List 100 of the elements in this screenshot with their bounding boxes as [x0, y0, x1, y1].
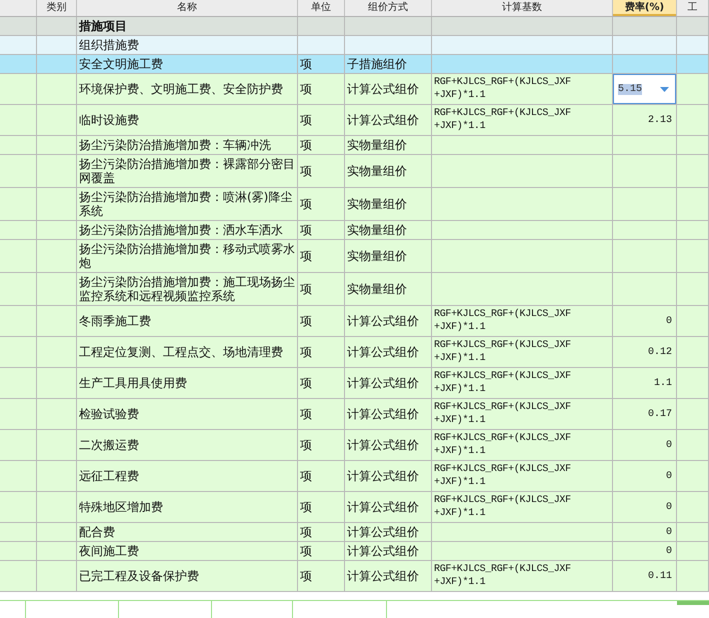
method-cell: 计算公式组价: [345, 399, 432, 429]
unit-cell: 项: [298, 105, 345, 135]
method-cell: 实物量组价: [345, 273, 432, 305]
column-header[interactable]: 类别: [37, 0, 77, 16]
name-cell: 扬尘污染防治措施增加费：车辆冲洗: [77, 136, 298, 154]
column-header[interactable]: 名称: [77, 0, 298, 16]
table-row[interactable]: 夜间施工费 项 计算公式组价 0: [0, 542, 709, 561]
rate-cell: 0: [613, 430, 677, 460]
unit-cell: 项: [298, 240, 345, 272]
table-row[interactable]: 工程定位复测、工程点交、场地清理费 项 计算公式组价 RGF+KJLCS_RGF+(KJLCS_JXF +JXF)*1.1 0.12: [0, 337, 709, 368]
unit-cell: 项: [298, 273, 345, 305]
table-row[interactable]: 扬尘污染防治措施增加费：车辆冲洗 项 实物量组价: [0, 136, 709, 155]
method-cell: 实物量组价: [345, 221, 432, 239]
name-cell: 安全文明施工费: [77, 55, 298, 73]
method-cell: 实物量组价: [345, 188, 432, 220]
unit-cell: 项: [298, 523, 345, 541]
table-row[interactable]: 已完工程及设备保护费 项 计算公式组价 RGF+KJLCS_RGF+(KJLCS_JXF +JXF)*1.1 0.11: [0, 561, 709, 592]
unit-cell: 项: [298, 74, 345, 104]
rate-dropdown[interactable]: 5.15: [613, 74, 676, 104]
table-row[interactable]: 特殊地区增加费 项 计算公式组价 RGF+KJLCS_RGF+(KJLCS_JXF +JXF)*1.1 0: [0, 492, 709, 523]
table-row[interactable]: 临时设施费 项 计算公式组价 RGF+KJLCS_RGF+(KJLCS_JXF +JXF)*1.1 2.13: [0, 105, 709, 136]
method-cell: 实物量组价: [345, 155, 432, 187]
name-cell: 临时设施费: [77, 105, 298, 135]
method-cell: 计算公式组价: [345, 105, 432, 135]
column-header[interactable]: 单位: [298, 0, 345, 16]
unit-cell: 项: [298, 155, 345, 187]
formula-cell: RGF+KJLCS_RGF+(KJLCS_JXF +JXF)*1.1: [432, 561, 613, 591]
formula-cell: RGF+KJLCS_RGF+(KJLCS_JXF +JXF)*1.1: [432, 492, 613, 522]
name-cell: 二次搬运费: [77, 430, 298, 460]
method-cell: 计算公式组价: [345, 74, 432, 104]
method-cell: 实物量组价: [345, 136, 432, 154]
name-cell: 扬尘污染防治措施增加费：洒水车洒水: [77, 221, 298, 239]
name-cell: 扬尘污染防治措施增加费：裸露部分密目网覆盖: [77, 155, 298, 187]
table-row[interactable]: 生产工具用具使用费 项 计算公式组价 RGF+KJLCS_RGF+(KJLCS_JXF +JXF)*1.1 1.1: [0, 368, 709, 399]
rate-cell: 0: [613, 542, 677, 560]
method-cell: 计算公式组价: [345, 430, 432, 460]
table-row[interactable]: 措施项目: [0, 17, 709, 36]
formula-cell: RGF+KJLCS_RGF+(KJLCS_JXF +JXF)*1.1: [432, 105, 613, 135]
formula-cell: RGF+KJLCS_RGF+(KJLCS_JXF +JXF)*1.1: [432, 337, 613, 367]
unit-cell: 项: [298, 492, 345, 522]
scrollbar-thumb[interactable]: [677, 601, 709, 605]
unit-cell: 项: [298, 399, 345, 429]
unit-cell: 项: [298, 188, 345, 220]
formula-cell: RGF+KJLCS_RGF+(KJLCS_JXF +JXF)*1.1: [432, 368, 613, 398]
name-cell: 特殊地区增加费: [77, 492, 298, 522]
unit-cell: 项: [298, 561, 345, 591]
rate-cell: 0: [613, 523, 677, 541]
method-cell: 计算公式组价: [345, 306, 432, 336]
rate-cell: 0: [613, 461, 677, 491]
unit-cell: 项: [298, 221, 345, 239]
rate-cell: 0.12: [613, 337, 677, 367]
table-row[interactable]: 环境保护费、文明施工费、安全防护费 项 计算公式组价 RGF+KJLCS_RGF+(KJLCS_JXF +JXF)*1.1 5.15: [0, 74, 709, 105]
name-cell: 冬雨季施工费: [77, 306, 298, 336]
unit-cell: 项: [298, 461, 345, 491]
column-header[interactable]: 组价方式: [345, 0, 432, 16]
name-cell: 远征工程费: [77, 461, 298, 491]
method-cell: 子措施组价: [345, 55, 432, 73]
formula-cell: RGF+KJLCS_RGF+(KJLCS_JXF +JXF)*1.1: [432, 461, 613, 491]
name-cell: 环境保护费、文明施工费、安全防护费: [77, 74, 298, 104]
table-row[interactable]: 冬雨季施工费 项 计算公式组价 RGF+KJLCS_RGF+(KJLCS_JXF +JXF)*1.1 0: [0, 306, 709, 337]
unit-cell: 项: [298, 306, 345, 336]
formula-cell: RGF+KJLCS_RGF+(KJLCS_JXF +JXF)*1.1: [432, 399, 613, 429]
table-row[interactable]: 二次搬运费 项 计算公式组价 RGF+KJLCS_RGF+(KJLCS_JXF +JXF)*1.1 0: [0, 430, 709, 461]
rate-cell: 0.11: [613, 561, 677, 591]
table-row[interactable]: 组织措施费: [0, 36, 709, 55]
name-cell: 措施项目: [77, 17, 298, 35]
table-row[interactable]: 检验试验费 项 计算公式组价 RGF+KJLCS_RGF+(KJLCS_JXF +JXF)*1.1 0.17: [0, 399, 709, 430]
unit-cell: 项: [298, 55, 345, 73]
table-row[interactable]: 远征工程费 项 计算公式组价 RGF+KJLCS_RGF+(KJLCS_JXF +JXF)*1.1 0: [0, 461, 709, 492]
rate-cell: 0: [613, 492, 677, 522]
column-header[interactable]: 费率(%): [613, 0, 677, 16]
formula-cell: RGF+KJLCS_RGF+(KJLCS_JXF +JXF)*1.1: [432, 306, 613, 336]
unit-cell: 项: [298, 542, 345, 560]
name-cell: 扬尘污染防治措施增加费：移动式喷雾水炮: [77, 240, 298, 272]
name-cell: 生产工具用具使用费: [77, 368, 298, 398]
rate-cell: 0.17: [613, 399, 677, 429]
table-row[interactable]: 安全文明施工费 项 子措施组价: [0, 55, 709, 74]
name-cell: 配合费: [77, 523, 298, 541]
rate-cell: 1.1: [613, 368, 677, 398]
unit-cell: 项: [298, 430, 345, 460]
rate-cell: 0: [613, 306, 677, 336]
name-cell: 组织措施费: [77, 36, 298, 54]
name-cell: 扬尘污染防治措施增加费：施工现场扬尘监控系统和远程视频监控系统: [77, 273, 298, 305]
name-cell: 已完工程及设备保护费: [77, 561, 298, 591]
method-cell: 计算公式组价: [345, 523, 432, 541]
method-cell: 计算公式组价: [345, 492, 432, 522]
rate-cell: 2.13: [613, 105, 677, 135]
method-cell: 计算公式组价: [345, 461, 432, 491]
method-cell: 计算公式组价: [345, 561, 432, 591]
unit-cell: 项: [298, 368, 345, 398]
method-cell: 计算公式组价: [345, 542, 432, 560]
name-cell: 扬尘污染防治措施增加费：喷淋(雾)降尘系统: [77, 188, 298, 220]
table-row[interactable]: 配合费 项 计算公式组价 0: [0, 523, 709, 542]
name-cell: 工程定位复测、工程点交、场地清理费: [77, 337, 298, 367]
caret-icon: [660, 86, 669, 92]
column-header[interactable]: 工: [677, 0, 709, 16]
method-cell: 实物量组价: [345, 240, 432, 272]
unit-cell: 项: [298, 136, 345, 154]
table-row[interactable]: 扬尘污染防治措施增加费：洒水车洒水 项 实物量组价: [0, 221, 709, 240]
formula-cell: RGF+KJLCS_RGF+(KJLCS_JXF +JXF)*1.1: [432, 430, 613, 460]
